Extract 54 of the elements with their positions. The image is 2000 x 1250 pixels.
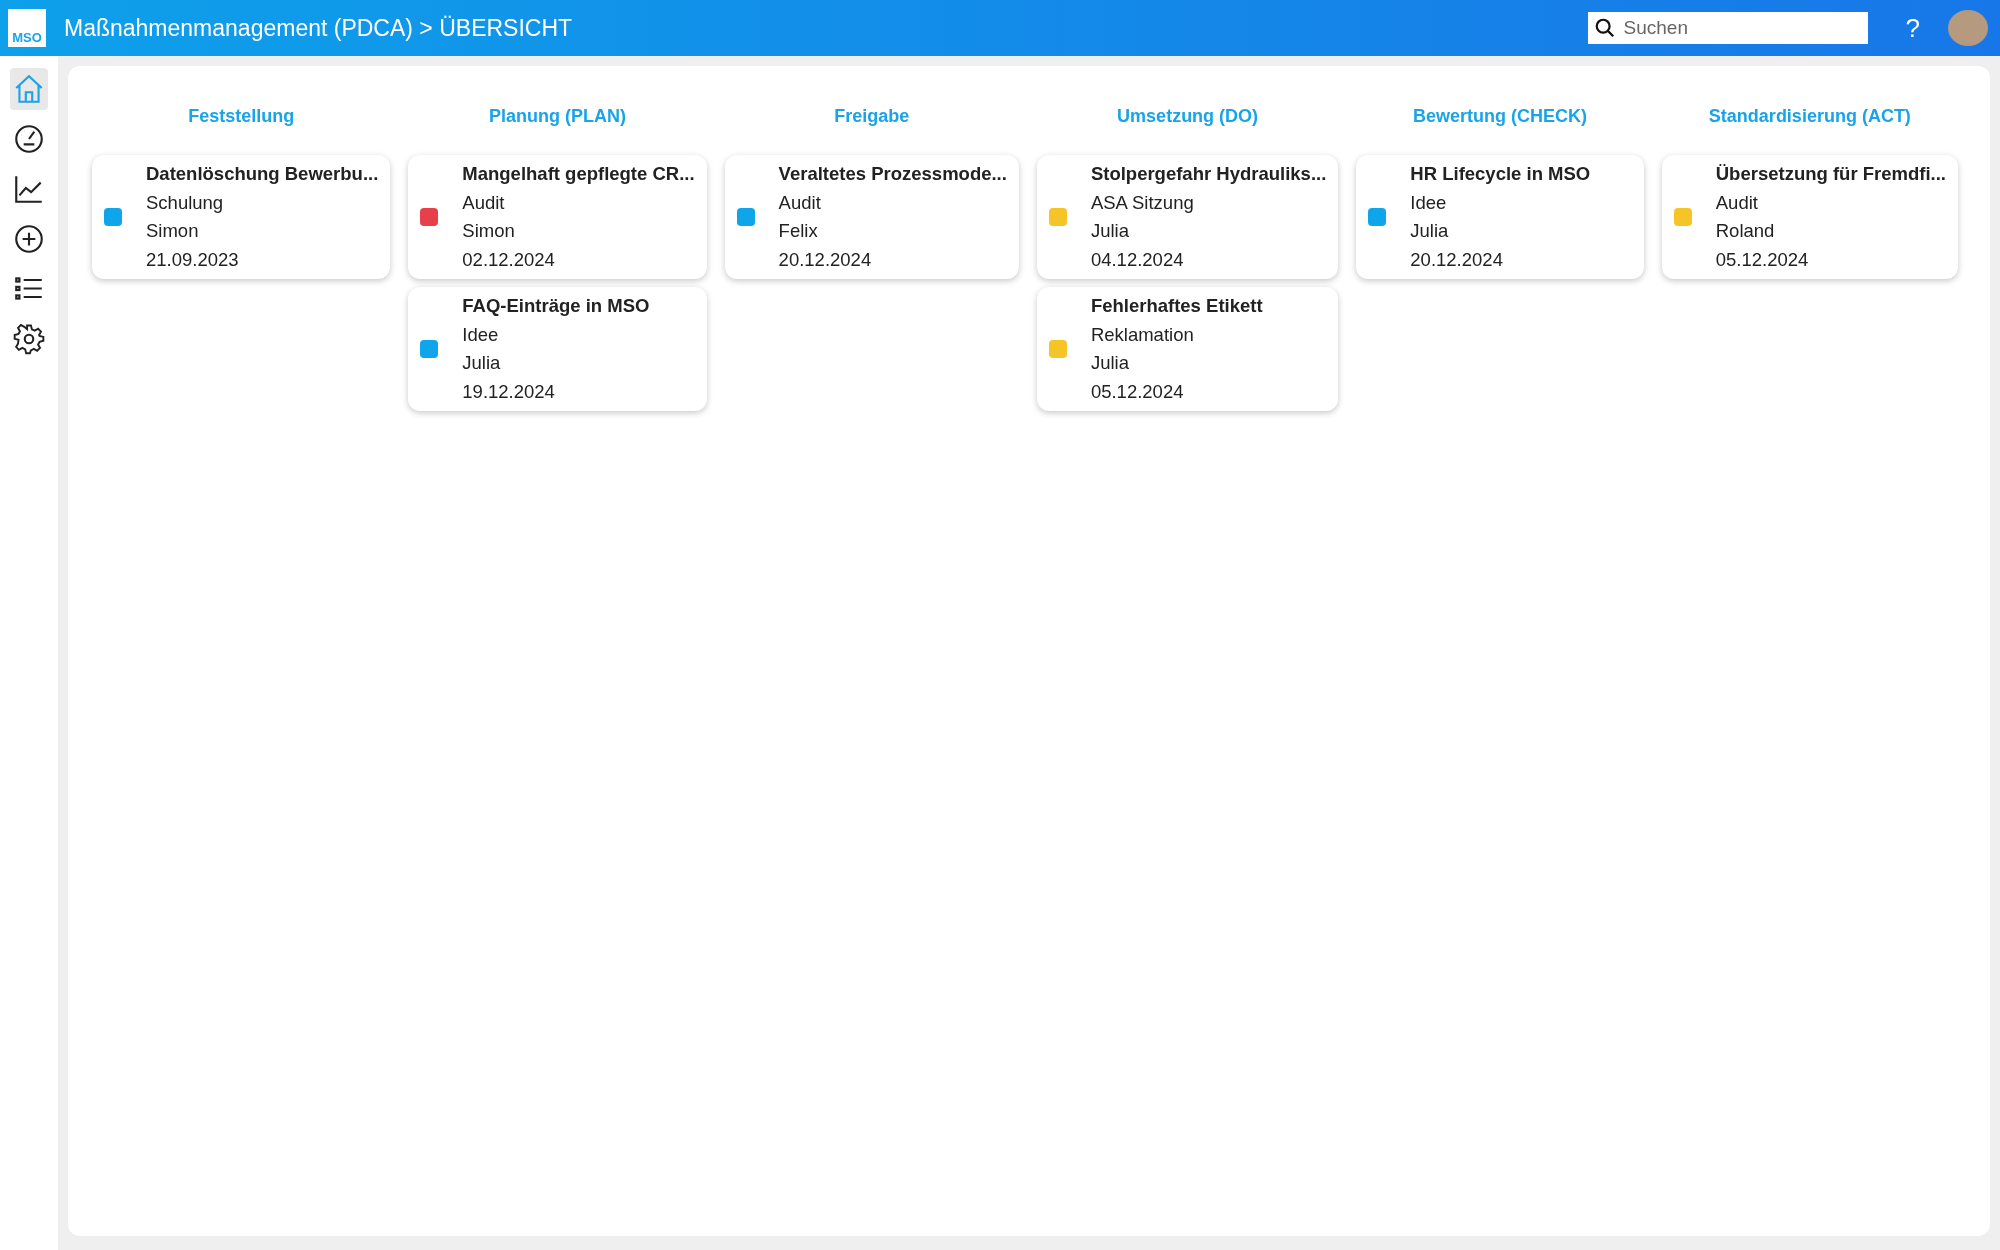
task-card[interactable]: Übersetzung für Fremdfi... Audit Roland 05.12.2024 xyxy=(1661,155,1958,279)
task-card[interactable]: Stolpergefahr Hydrauliks... ASA Sitzung Julia 04.12.2024 xyxy=(1036,155,1339,279)
help-button[interactable]: ? xyxy=(1895,12,1930,44)
card-title: Mangelhaft gepflegte CR... xyxy=(462,162,695,186)
card-category: Audit xyxy=(778,190,822,215)
card-category: Audit xyxy=(462,190,506,215)
task-card[interactable]: HR Lifecycle in MSO Idee Julia 20.12.2024 xyxy=(1356,155,1644,279)
card-person: Simon xyxy=(462,219,516,243)
card-date: 20.12.2024 xyxy=(778,247,873,272)
page-title: Maßnahmenmanagement (PDCA) > ÜBERSICHT xyxy=(64,14,574,42)
column-heading: Freigabe xyxy=(833,106,911,127)
logo: MSO xyxy=(8,9,46,47)
task-card[interactable]: Datenlöschung Bewerbu... Schulung Simon 21.09.2023 xyxy=(92,155,391,279)
column-heading: Umsetzung (DO) xyxy=(1116,106,1260,127)
card-category: Reklamation xyxy=(1090,322,1195,347)
card-category: Schulung xyxy=(146,190,225,215)
plus-icon xyxy=(12,222,46,256)
card-person: Julia xyxy=(1090,219,1130,243)
search-icon xyxy=(1593,17,1616,39)
card-title: FAQ-Einträge in MSO xyxy=(462,294,650,318)
search-field[interactable]: Suchen xyxy=(1587,12,1868,44)
column-heading: Planung (PLAN) xyxy=(487,106,627,127)
column-heading: Bewertung (CHECK) xyxy=(1412,106,1589,127)
card-date: 20.12.2024 xyxy=(1410,247,1504,272)
card-date: 05.12.2024 xyxy=(1090,379,1185,404)
card-person: Julia xyxy=(462,351,502,375)
card-category: Idee xyxy=(462,322,500,347)
card-title: Fehlerhaftes Etikett xyxy=(1090,294,1263,318)
card-title: HR Lifecycle in MSO xyxy=(1410,162,1591,186)
card-date: 05.12.2024 xyxy=(1715,247,1810,272)
card-date: 04.12.2024 xyxy=(1090,247,1185,272)
card-person: Julia xyxy=(1090,351,1130,375)
card-title: Übersetzung für Fremdfi... xyxy=(1715,162,1946,186)
gauge-icon xyxy=(12,122,46,156)
task-card[interactable]: Mangelhaft gepflegte CR... Audit Simon 02.12.2024 xyxy=(408,155,707,279)
card-category: Audit xyxy=(1715,190,1759,215)
card-title: Datenlöschung Bewerbu... xyxy=(146,162,379,186)
task-card[interactable]: Veraltetes Prozessmode... Audit Felix 20.12.2024 xyxy=(724,155,1019,279)
card-person: Simon xyxy=(146,219,200,243)
card-person: Julia xyxy=(1410,219,1450,243)
card-category: Idee xyxy=(1410,190,1448,215)
card-title: Stolpergefahr Hydrauliks... xyxy=(1090,162,1327,186)
card-date: 19.12.2024 xyxy=(462,379,556,404)
task-card[interactable]: Fehlerhaftes Etikett Reklamation Julia 05.12.2024 xyxy=(1036,287,1339,411)
card-category: ASA Sitzung xyxy=(1090,190,1195,215)
column-heading: Standardisierung (ACT) xyxy=(1707,106,1912,127)
task-card[interactable]: FAQ-Einträge in MSO Idee Julia 19.12.2024 xyxy=(408,287,707,411)
card-person: Felix xyxy=(778,219,819,243)
card-title: Veraltetes Prozessmode... xyxy=(778,162,1007,186)
card-date: 02.12.2024 xyxy=(462,247,556,272)
column-heading: Feststellung xyxy=(187,106,296,127)
card-date: 21.09.2023 xyxy=(146,247,240,272)
gear-icon xyxy=(12,322,46,356)
card-person: Roland xyxy=(1715,219,1776,243)
